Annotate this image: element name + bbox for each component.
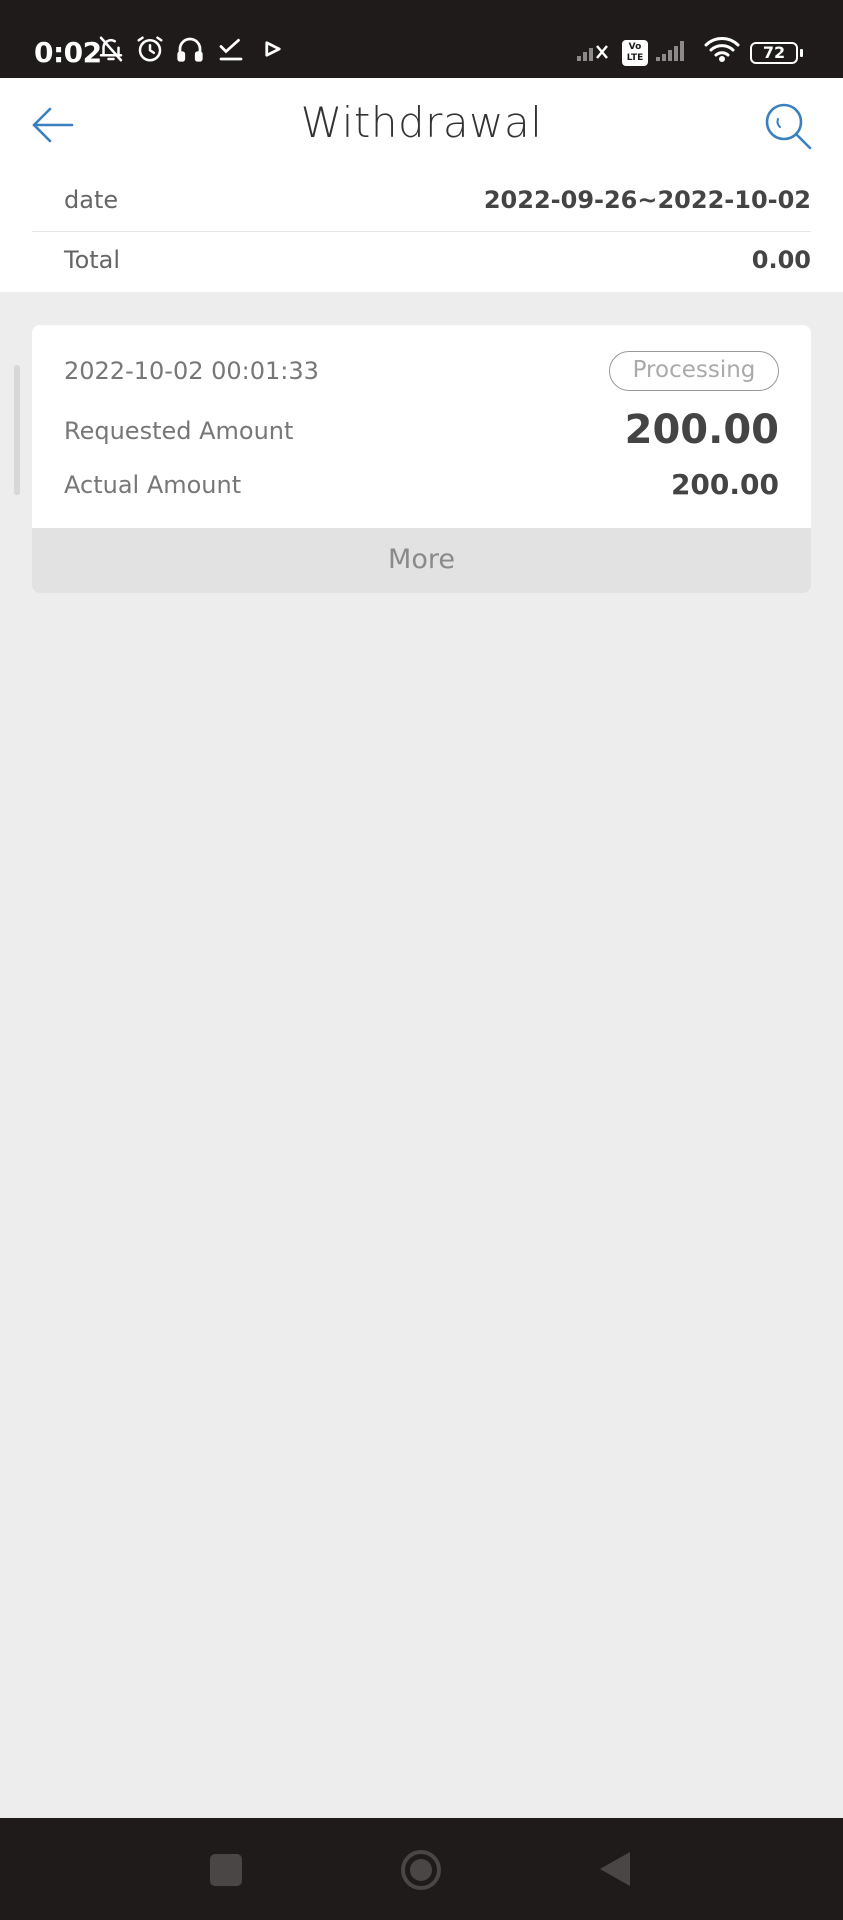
total-value: 0.00 [751,246,811,274]
home-button[interactable] [399,1848,443,1892]
wifi-icon [703,34,741,64]
play-store-icon [258,34,288,64]
recents-button[interactable] [210,1854,242,1886]
date-range-row[interactable]: date 2022-09-26~2022-10-02 [32,172,811,232]
total-row: Total 0.00 [32,232,811,292]
actual-amount-label: Actual Amount [64,471,242,499]
home-circle-icon [401,1850,441,1890]
more-button[interactable]: More [32,528,811,593]
page-title: Withdrawal [300,98,543,147]
status-time: 0:02 [34,36,102,69]
requested-amount-value: 200.00 [624,407,779,453]
headphones-icon [175,34,205,64]
status-bar: 0:02 Vo LTE 72 [0,0,843,78]
date-range-value: 2022-09-26~2022-10-02 [483,186,811,214]
actual-amount-value: 200.00 [670,468,779,501]
summary-panel: date 2022-09-26~2022-10-02 Total 0.00 [0,172,843,292]
search-button[interactable] [762,100,814,152]
task-check-icon [216,34,246,64]
search-icon [765,103,812,150]
triangle-back-icon [600,1852,630,1886]
date-label: date [64,186,119,214]
volte-badge: Vo LTE [622,40,648,66]
scroll-indicator [14,365,20,495]
requested-amount-label: Requested Amount [64,417,294,445]
record-datetime: 2022-10-02 00:01:33 [64,357,319,385]
total-label: Total [64,246,121,274]
system-back-button[interactable] [598,1850,632,1888]
battery-indicator: 72 [750,42,803,64]
bell-muted-icon [96,34,126,64]
alarm-clock-icon [135,34,165,64]
app-header: Withdrawal [0,78,843,172]
system-navigation-bar [0,1818,843,1920]
signal-strength-icon [654,34,694,64]
withdrawal-record-card: 2022-10-02 00:01:33 Processing Requested… [32,325,811,593]
signal-no-service-icon [575,34,613,64]
status-badge: Processing [609,351,779,391]
